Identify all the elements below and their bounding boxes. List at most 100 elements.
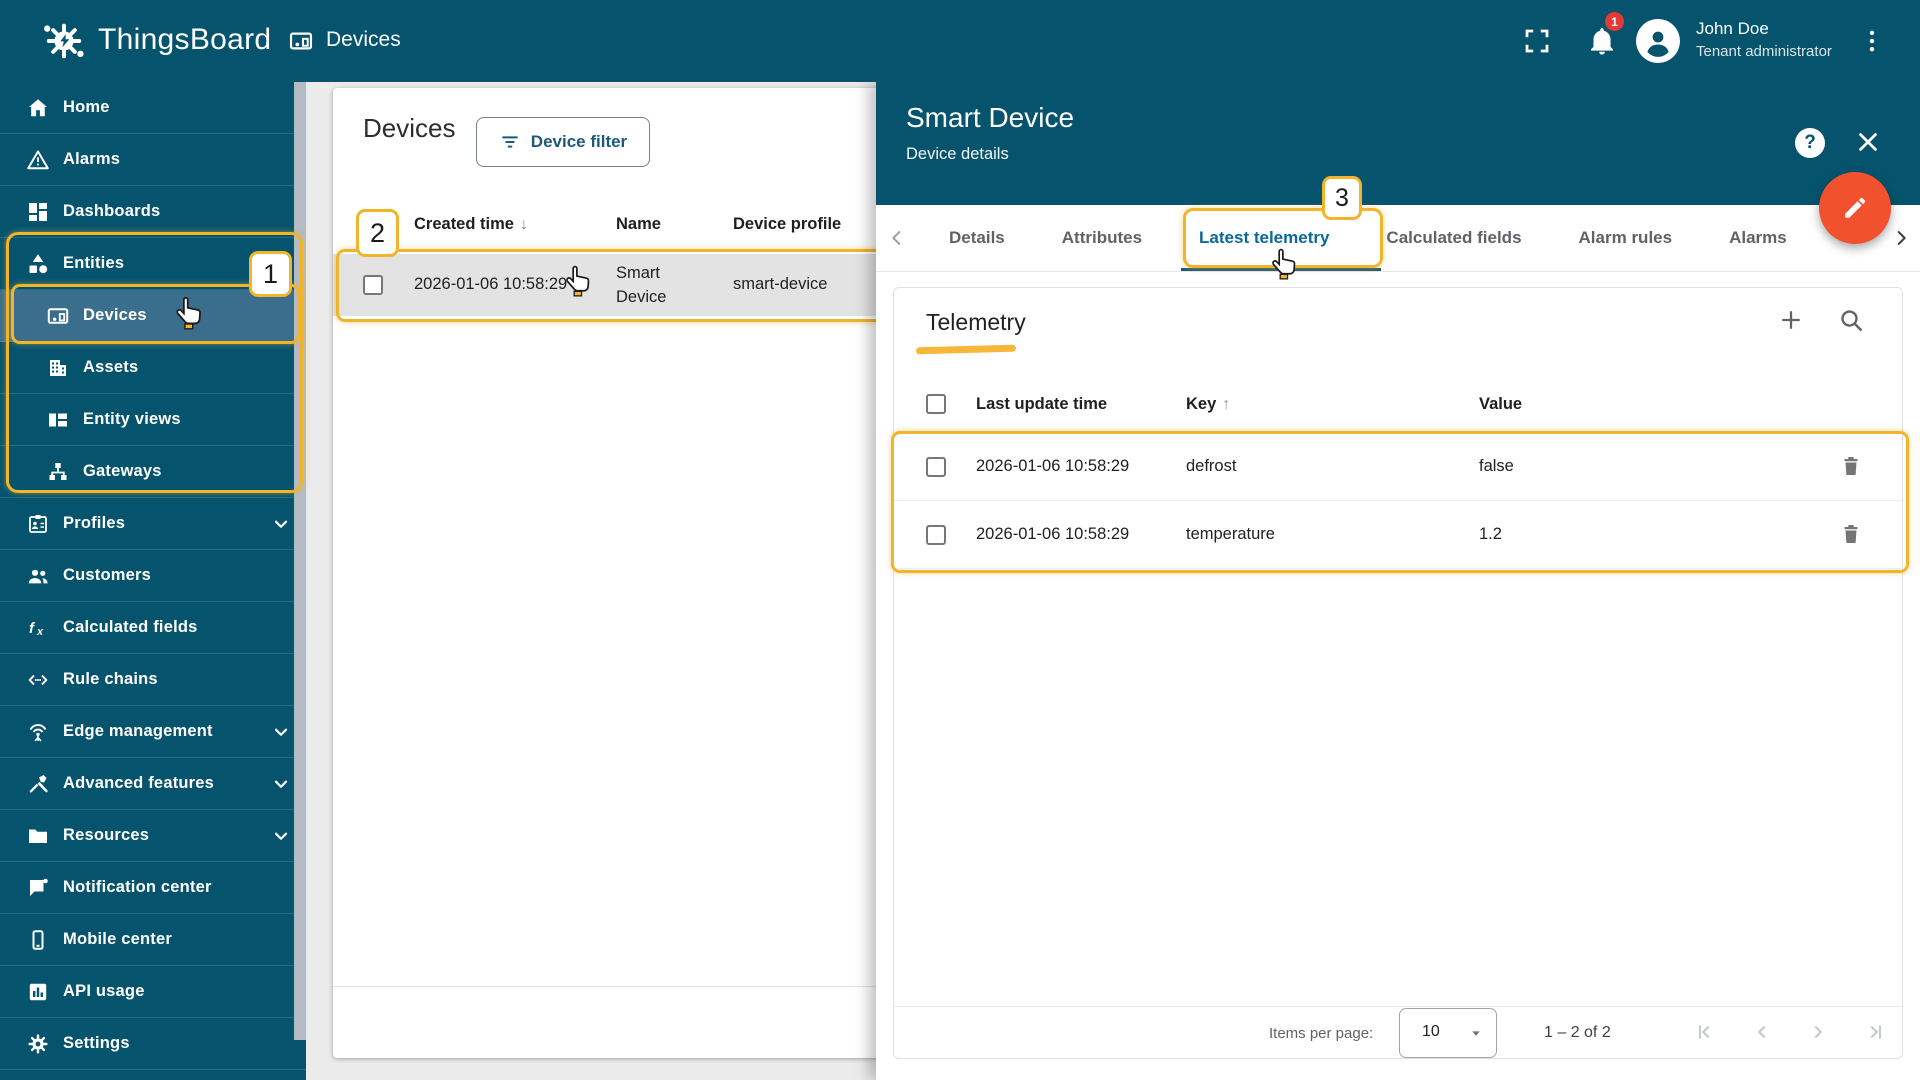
sidebar-item-label: Settings bbox=[63, 1034, 130, 1052]
sidebar-item-label: Resources bbox=[63, 826, 150, 844]
device-details-title: Smart Device bbox=[906, 102, 1075, 133]
fullscreen-icon[interactable] bbox=[1522, 26, 1552, 56]
telemetry-table-header: Last update time Key ↑ Value bbox=[894, 376, 1902, 434]
sort-desc-arrow: ↓ bbox=[519, 216, 528, 233]
tab-calculated-fields[interactable]: Calculated fields bbox=[1386, 228, 1521, 248]
add-telemetry-icon[interactable] bbox=[1776, 305, 1806, 335]
app-name: ThingsBoard bbox=[98, 23, 272, 56]
column-name[interactable]: Name bbox=[616, 215, 661, 234]
entity-views-icon bbox=[46, 408, 70, 432]
devices-table-header: Created time ↓ Name Device profile bbox=[333, 196, 893, 255]
sidebar-item-label: Calculated fields bbox=[63, 618, 198, 636]
customers-icon bbox=[26, 564, 50, 588]
sidebar-item-mobile-center[interactable]: Mobile center bbox=[0, 914, 306, 966]
svg-text:x: x bbox=[36, 626, 44, 638]
sidebar-scrollbar[interactable] bbox=[294, 82, 306, 1040]
sidebar-item-resources[interactable]: Resources bbox=[0, 810, 306, 862]
sidebar-item-gateways[interactable]: Gateways bbox=[0, 446, 306, 498]
row-checkbox[interactable] bbox=[926, 457, 946, 477]
sidebar-item-alarms[interactable]: Alarms bbox=[0, 134, 306, 186]
telemetry-value: 1.2 bbox=[1479, 525, 1502, 543]
svg-text:f: f bbox=[29, 620, 36, 637]
close-icon[interactable] bbox=[1853, 127, 1883, 157]
tab-alarm-rules[interactable]: Alarm rules bbox=[1579, 228, 1673, 248]
telemetry-last-update-time: 2026-01-06 10:58:29 bbox=[976, 457, 1130, 475]
user-name: John Doe bbox=[1696, 19, 1769, 38]
device-filter-button[interactable]: Device filter bbox=[476, 117, 650, 167]
sidebar-item-dashboards[interactable]: Dashboards bbox=[0, 186, 306, 238]
column-device-profile[interactable]: Device profile bbox=[733, 215, 841, 234]
chevron-down-icon bbox=[270, 773, 292, 795]
sidebar-item-home[interactable]: Home bbox=[0, 82, 306, 134]
sidebar-item-label: Dashboards bbox=[63, 202, 161, 220]
tab-attributes[interactable]: Attributes bbox=[1062, 228, 1142, 248]
sidebar-item-label: Rule chains bbox=[63, 670, 158, 688]
sidebar-item-advanced-features[interactable]: Advanced features bbox=[0, 758, 306, 810]
column-value[interactable]: Value bbox=[1479, 395, 1522, 414]
help-icon[interactable]: ? bbox=[1795, 128, 1825, 158]
sidebar-item-settings[interactable]: Settings bbox=[0, 1018, 306, 1070]
trash-icon[interactable] bbox=[1839, 522, 1863, 546]
sidebar-item-rule-chains[interactable]: Rule chains bbox=[0, 654, 306, 706]
sidebar-item-label: Alarms bbox=[63, 150, 121, 168]
sidebar-item-security[interactable]: Security bbox=[0, 1070, 306, 1080]
last-page-icon[interactable] bbox=[1861, 1019, 1887, 1045]
column-key[interactable]: Key ↑ bbox=[1186, 395, 1230, 414]
pencil-icon bbox=[1841, 194, 1869, 222]
notification-icon bbox=[26, 876, 50, 900]
kebab-menu-icon[interactable] bbox=[1858, 27, 1886, 55]
fx-icon: fx bbox=[26, 616, 50, 640]
sidebar-item-profiles[interactable]: Profiles bbox=[0, 498, 306, 550]
first-page-icon[interactable] bbox=[1693, 1019, 1719, 1045]
edit-fab-button[interactable] bbox=[1819, 172, 1891, 244]
sidebar-item-devices[interactable]: Devices bbox=[0, 290, 306, 342]
telemetry-key: defrost bbox=[1186, 457, 1237, 475]
column-last-update-time[interactable]: Last update time bbox=[976, 395, 1107, 414]
sidebar-item-api-usage[interactable]: API usage bbox=[0, 966, 306, 1018]
settings-icon bbox=[26, 1032, 50, 1056]
avatar[interactable] bbox=[1636, 19, 1680, 63]
api-icon bbox=[26, 980, 50, 1004]
tabs-scroll-left-icon[interactable] bbox=[886, 227, 908, 249]
sidebar-item-label: Advanced features bbox=[63, 774, 215, 792]
page-size-select[interactable]: 10 bbox=[1399, 1008, 1497, 1058]
chevron-down-icon bbox=[270, 825, 292, 847]
sidebar-item-label: Edge management bbox=[63, 722, 213, 740]
telemetry-last-update-time: 2026-01-06 10:58:29 bbox=[976, 525, 1130, 543]
select-all-checkbox[interactable] bbox=[926, 394, 946, 414]
tab-details[interactable]: Details bbox=[949, 228, 1005, 248]
telemetry-table-row[interactable]: 2026-01-06 10:58:29 temperature 1.2 bbox=[894, 501, 1902, 569]
sidebar-item-calculated-fields[interactable]: f x Calculated fields bbox=[0, 602, 306, 654]
sidebar-item-notification-center[interactable]: Notification center bbox=[0, 862, 306, 914]
column-created-time[interactable]: Created time ↓ bbox=[414, 215, 528, 234]
previous-page-icon[interactable] bbox=[1749, 1019, 1775, 1045]
notification-count-badge: 1 bbox=[1605, 12, 1624, 31]
next-page-icon[interactable] bbox=[1805, 1019, 1831, 1045]
sidebar-item-label: Home bbox=[63, 98, 110, 116]
sidebar-item-edge-management[interactable]: Edge management bbox=[0, 706, 306, 758]
filter-icon bbox=[499, 131, 521, 153]
device-created-time: 2026-01-06 10:58:29 bbox=[414, 275, 568, 293]
sidebar-item-label: Customers bbox=[63, 566, 151, 584]
tabs-scroll-right-icon[interactable] bbox=[1890, 227, 1912, 249]
telemetry-key: temperature bbox=[1186, 525, 1275, 543]
rule-chains-icon bbox=[26, 668, 50, 692]
sidebar-item-entity-views[interactable]: Entity views bbox=[0, 394, 306, 446]
sidebar-item-assets[interactable]: Assets bbox=[0, 342, 306, 394]
person-icon bbox=[1641, 24, 1675, 58]
sidebar-item-label: Assets bbox=[83, 358, 139, 376]
sidebar-item-customers[interactable]: Customers bbox=[0, 550, 306, 602]
select-all-checkbox[interactable] bbox=[363, 215, 383, 235]
telemetry-table-row[interactable]: 2026-01-06 10:58:29 defrost false bbox=[894, 433, 1902, 501]
search-icon[interactable] bbox=[1836, 305, 1866, 335]
tab-alarms[interactable]: Alarms bbox=[1729, 228, 1787, 248]
row-checkbox[interactable] bbox=[926, 525, 946, 545]
tab-latest-telemetry[interactable]: Latest telemetry bbox=[1199, 228, 1329, 248]
sidebar-item-entities[interactable]: Entities bbox=[0, 238, 306, 290]
row-checkbox[interactable] bbox=[363, 275, 383, 295]
device-table-row[interactable]: 2026-01-06 10:58:29 Smart Device smart-dev… bbox=[333, 254, 893, 316]
telemetry-value: false bbox=[1479, 457, 1514, 475]
trash-icon[interactable] bbox=[1839, 454, 1863, 478]
telemetry-card: Telemetry Last update time Key ↑ Value 20… bbox=[893, 287, 1903, 1059]
telemetry-title: Telemetry bbox=[926, 309, 1026, 335]
